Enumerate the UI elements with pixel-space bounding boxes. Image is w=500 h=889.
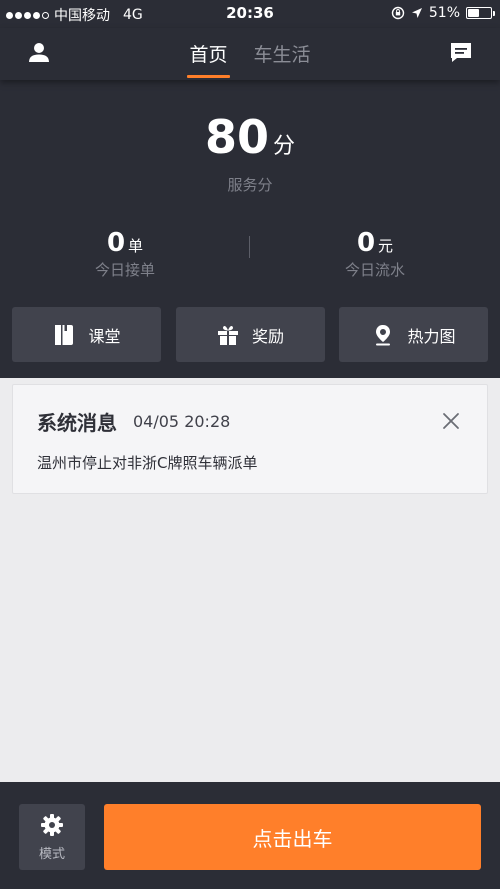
status-bar: 中国移动 4G 20:36 51% (0, 0, 500, 28)
heatmap-button[interactable]: 热力图 (339, 307, 488, 362)
bottom-bar: 模式 点击出车 (0, 782, 500, 889)
service-score-unit: 分 (273, 134, 296, 159)
rewards-label: 奖励 (251, 326, 284, 346)
battery-percent: 51% (428, 5, 460, 21)
top-tabs: 首页 车生活 (0, 40, 500, 81)
book-icon (55, 324, 74, 345)
network-type: 4G (123, 7, 143, 23)
quick-actions: 课堂 奖励 热力图 (12, 307, 488, 362)
status-right: 51% (391, 5, 495, 21)
mode-label: 模式 (38, 846, 65, 862)
gear-icon (41, 813, 63, 836)
service-score: 80 分 (0, 110, 500, 164)
service-score-label: 服务分 (227, 176, 273, 194)
system-message-time: 04/05 20:28 (133, 412, 231, 431)
location-arrow-icon (411, 8, 422, 18)
message-icon[interactable] (448, 40, 474, 66)
heatmap-label: 热力图 (407, 326, 456, 346)
location-pin-icon (376, 324, 391, 345)
today-orders-unit: 单 (128, 237, 144, 255)
system-message-body: 温州市停止对非浙C牌照车辆派单 (37, 454, 258, 472)
system-message-title: 系统消息 (37, 411, 117, 435)
classroom-label: 课堂 (88, 326, 121, 346)
nav-bar: 首页 车生活 (0, 28, 500, 80)
today-income-label: 今日流水 (344, 261, 405, 279)
today-orders-label: 今日接单 (94, 261, 155, 279)
signal-strength-icon (6, 11, 49, 19)
today-orders-value: 0 (106, 228, 126, 258)
status-left: 中国移动 4G (6, 5, 143, 25)
service-score-value: 80 (204, 110, 269, 164)
gift-icon (217, 325, 238, 345)
close-icon[interactable] (441, 411, 461, 431)
rewards-button[interactable]: 奖励 (175, 307, 325, 362)
system-message-card[interactable]: 系统消息 04/05 20:28 温州市停止对非浙C牌照车辆派单 (12, 384, 488, 494)
today-orders: 0单 今日接单 (0, 228, 250, 280)
tab-home[interactable]: 首页 (187, 40, 230, 81)
mode-button[interactable]: 模式 (19, 804, 85, 870)
carrier-name: 中国移动 (54, 8, 110, 24)
dashboard: 80 分 服务分 0单 今日接单 0元 今日流水 课堂 奖励 热力图 (0, 80, 500, 378)
battery-icon (466, 7, 495, 19)
today-income-value: 0 (356, 228, 376, 258)
today-income-unit: 元 (378, 237, 394, 255)
classroom-button[interactable]: 课堂 (12, 307, 161, 362)
start-driving-button[interactable]: 点击出车 (104, 804, 481, 870)
tab-car-life[interactable]: 车生活 (252, 40, 313, 81)
today-income: 0元 今日流水 (250, 228, 500, 280)
orientation-lock-icon (391, 6, 405, 20)
